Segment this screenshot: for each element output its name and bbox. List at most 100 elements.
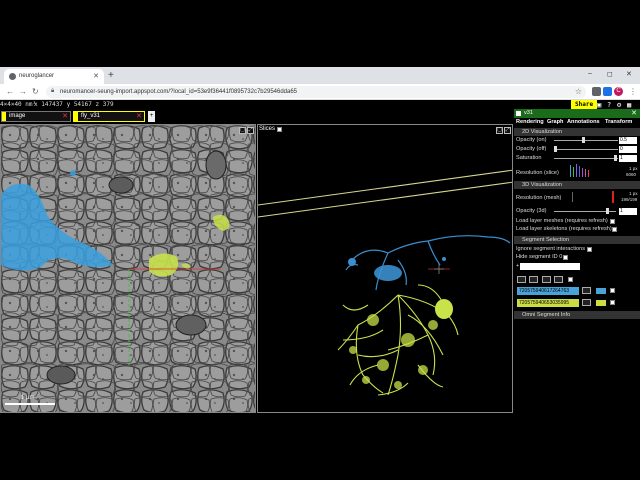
browser-tab[interactable]: neuroglancer ✕ <box>4 69 104 84</box>
opacity-off-label: Opacity (off) <box>516 146 547 152</box>
load-meshes-checkbox[interactable] <box>610 219 615 224</box>
saturation-slider[interactable] <box>554 158 618 159</box>
x-value[interactable]: 147437 <box>41 101 63 108</box>
back-button[interactable]: ← <box>6 87 14 96</box>
opacity-3d-input[interactable]: 1 <box>619 208 637 215</box>
add-layer-button[interactable]: + <box>148 111 155 122</box>
x-label: x <box>34 101 38 108</box>
ignore-interactions-checkbox[interactable] <box>587 247 592 252</box>
layout-icon[interactable]: ▣ <box>597 101 601 109</box>
opacity-on-input[interactable]: 0.5 <box>619 137 637 144</box>
segment-action-icon[interactable] <box>554 276 563 283</box>
hide-segment-label: Hide segment ID 0 <box>516 254 563 260</box>
help-icon[interactable]: ? <box>607 101 611 109</box>
layer-bar: image ✕ fly_v31 ✕ + <box>0 109 514 124</box>
close-tab-icon[interactable]: ✕ <box>93 72 99 80</box>
segment-id-input[interactable] <box>520 263 580 270</box>
section-segment-selection[interactable]: Segment Selection <box>514 236 640 244</box>
saturation-knob[interactable] <box>614 155 617 161</box>
segment-copy-icon[interactable] <box>582 299 591 306</box>
browser-menu-icon[interactable]: ⋮ <box>629 87 637 96</box>
close-side-panel-icon[interactable]: ✕ <box>631 109 637 117</box>
share-button[interactable]: Share <box>571 100 598 109</box>
maximize-button[interactable]: ◻ <box>607 70 613 78</box>
layer-chip-image[interactable]: image ✕ <box>1 111 71 122</box>
resolution-slice-histogram[interactable] <box>568 163 598 177</box>
layer-chip-segmentation[interactable]: fly_v31 ✕ <box>73 111 145 122</box>
reload-button[interactable]: ↻ <box>32 87 39 96</box>
resolution-mesh-slider[interactable] <box>572 192 573 202</box>
select-all-checkbox[interactable] <box>568 277 573 282</box>
url-field[interactable]: 🔒︎ neuromancer-seung-import.appspot.com/… <box>46 86 586 98</box>
segment-row[interactable]: 720575940653035995 <box>517 299 579 307</box>
remove-layer-icon[interactable]: ✕ <box>62 112 68 120</box>
z-value[interactable]: 379 <box>103 101 114 108</box>
extension-icon[interactable] <box>603 87 612 96</box>
remove-layer-icon[interactable]: ✕ <box>136 112 142 120</box>
3d-view-panel[interactable]: Slices ▢ ⤢ <box>257 124 513 413</box>
coordinates[interactable]: x 147437 y 54167 z 379 <box>34 101 114 108</box>
saturation-label: Saturation <box>516 155 542 161</box>
tab-transform[interactable]: Transform <box>605 119 632 125</box>
url-text: neuromancer-seung-import.appspot.com/?lo… <box>60 89 298 95</box>
forward-button[interactable]: → <box>19 87 27 96</box>
section-title: 3D Visualization <box>522 182 563 188</box>
saturation-input[interactable]: 1 <box>619 155 637 162</box>
tab-annotations[interactable]: Annotations <box>567 119 600 125</box>
res-slice-bottom: 6060 <box>626 172 637 177</box>
hide-segment-checkbox[interactable] <box>563 255 568 260</box>
segment-action-icon[interactable] <box>542 276 551 283</box>
ng-topbar: 4×4×40 nm³ x 147437 y 54167 z 379 Share … <box>0 100 640 109</box>
load-skeletons-label: Load layer skeletons (requires refresh) <box>516 226 612 232</box>
tab-graph[interactable]: Graph <box>547 119 563 125</box>
segment-copy-icon[interactable] <box>582 287 591 294</box>
tab-rendering[interactable]: Rendering <box>516 119 544 125</box>
address-bar: ← → ↻ 🔒︎ neuromancer-seung-import.appspo… <box>0 84 640 100</box>
tab-title: neuroglancer <box>19 73 55 79</box>
3d-view-canvas <box>258 169 512 396</box>
scale-bar-line <box>5 403 55 405</box>
extension-icon[interactable] <box>592 87 601 96</box>
slices-checkbox[interactable] <box>277 127 282 132</box>
layer-color-swatch <box>74 112 78 121</box>
segment-row[interactable]: 720575940617264763 <box>517 287 579 295</box>
segment-action-icon[interactable] <box>517 276 526 283</box>
section-omni-segment-info[interactable]: Omni Segment Info <box>514 311 640 319</box>
opacity-3d-label: Opacity (3d) <box>516 208 547 214</box>
minimize-button[interactable]: – <box>588 70 592 77</box>
opacity-off-slider[interactable] <box>554 149 618 150</box>
layer-name: image <box>9 113 26 119</box>
profile-avatar[interactable]: C <box>614 87 623 96</box>
segment-visible-checkbox[interactable] <box>610 288 615 293</box>
segment-color-swatch[interactable] <box>596 288 606 294</box>
load-skeletons-checkbox[interactable] <box>612 227 617 232</box>
segment-color-swatch[interactable] <box>596 300 606 306</box>
settings-gear-icon[interactable]: ⚙ <box>617 101 621 109</box>
y-value[interactable]: 54167 <box>74 101 92 108</box>
section-2d-visualization[interactable]: 2D Visualization <box>514 128 640 136</box>
ignore-interactions-label: Ignore segment interactions <box>516 246 586 252</box>
opacity-off-input[interactable]: 0 <box>619 146 637 153</box>
voxel-resolution: 4×4×40 nm³ <box>0 101 37 108</box>
em-image-panel[interactable]: ▢ ⤢ 1 µm <box>0 124 256 413</box>
section-3d-visualization[interactable]: 3D Visualization <box>514 181 640 189</box>
panel-expand-icon[interactable]: ⤢ <box>504 127 511 134</box>
side-panel-layer-name[interactable]: v31 <box>524 110 533 116</box>
bookmark-star-icon[interactable]: ☆ <box>575 87 582 96</box>
panel-maximize-icon[interactable]: ▢ <box>239 127 246 134</box>
opacity-on-slider[interactable] <box>554 140 618 141</box>
new-tab-button[interactable]: + <box>108 70 114 81</box>
segment-action-icon[interactable] <box>529 276 538 283</box>
lock-icon: 🔒︎ <box>51 88 55 94</box>
panel-expand-icon[interactable]: ⤢ <box>247 127 254 134</box>
panel-toggle-icon[interactable]: ▦ <box>627 101 631 109</box>
segment-visible-checkbox[interactable] <box>610 300 615 305</box>
panel-maximize-icon[interactable]: ▢ <box>496 127 503 134</box>
layer-visible-checkbox[interactable] <box>516 111 521 116</box>
z-label: z <box>95 101 100 108</box>
opacity-on-knob[interactable] <box>582 137 585 143</box>
close-window-button[interactable]: ✕ <box>626 70 632 78</box>
res-mesh-top: 1 px <box>629 191 638 196</box>
opacity-3d-knob[interactable] <box>606 208 609 214</box>
opacity-off-knob[interactable] <box>554 146 557 152</box>
